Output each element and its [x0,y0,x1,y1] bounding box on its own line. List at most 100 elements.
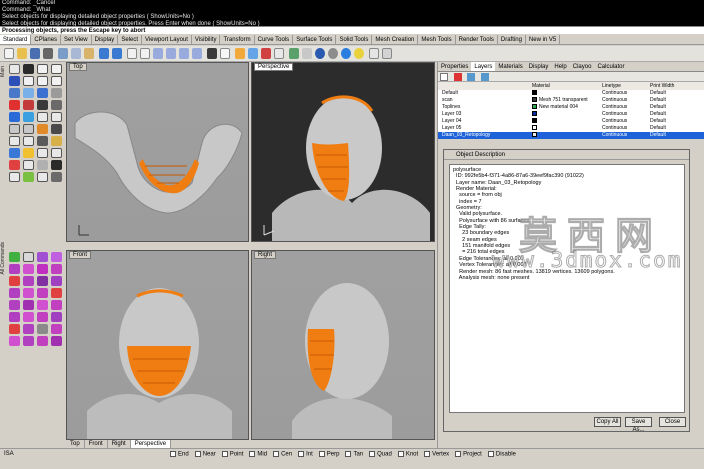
tab-set-view[interactable]: Set View [61,35,92,44]
unwrap-icon[interactable] [23,336,34,346]
new-layer-icon[interactable] [440,73,448,81]
osnap-tan[interactable]: Tan [345,451,363,458]
tab-display[interactable]: Display [92,35,119,44]
panel-tab-properties[interactable]: Properties [438,62,471,71]
thicken-icon[interactable] [37,336,48,346]
zoom-dynamic-icon[interactable] [153,48,163,59]
osnap-project[interactable]: Project [455,451,482,458]
select-arrow-icon[interactable] [9,64,20,74]
zoom-window-icon[interactable] [166,48,176,59]
osnap-checkbox[interactable] [487,451,494,457]
tab-mesh-creation[interactable]: Mesh Creation [372,35,419,44]
join-icon[interactable] [37,136,48,146]
mesh-icon[interactable] [37,100,48,110]
osnap-checkbox[interactable] [345,451,352,457]
layer-row[interactable]: Layer 05 Continuous Default [438,125,704,132]
point-icon[interactable] [23,64,34,74]
cut-mesh-icon[interactable] [23,324,34,334]
viewport-top[interactable]: Top [66,62,249,242]
delete-face-icon[interactable] [51,288,62,298]
relax-icon[interactable] [51,264,62,274]
panel-tab-clayoo[interactable]: Clayoo [570,62,595,71]
explode-icon[interactable] [51,136,62,146]
line-icon[interactable] [51,64,62,74]
open-folder-icon[interactable] [17,48,27,59]
osnap-checkbox[interactable] [318,451,325,457]
viewport-front[interactable]: Front [66,250,249,440]
layer-color-swatch[interactable] [532,118,537,124]
rendered-sphere-icon[interactable] [328,48,338,59]
tab-select[interactable]: Select [118,35,142,44]
cage-edit-icon[interactable] [37,172,48,182]
rotate-view-icon[interactable] [140,48,150,59]
loop-icon[interactable] [51,276,62,286]
bridge-icon[interactable] [37,276,48,286]
delete-layer-icon[interactable] [453,73,462,81]
snap-icon[interactable] [37,300,48,310]
layer-row[interactable]: Default Continuous Default [438,90,704,97]
smooth-icon[interactable] [23,300,34,310]
osnap-checkbox[interactable] [298,451,305,457]
rotate-icon[interactable] [9,124,20,134]
brush-icon[interactable] [51,252,62,262]
hatch-icon[interactable] [23,160,34,170]
tab-mesh-tools[interactable]: Mesh Tools [418,35,456,44]
layer-row[interactable]: scan Mesh 751 transparent Continuous Defaul… [438,97,704,104]
osnap-perp[interactable]: Perp [318,451,339,458]
panel-tab-materials[interactable]: Materials [495,62,525,71]
insert-point-icon[interactable] [23,288,34,298]
freeform-icon[interactable] [37,88,48,98]
layer-color-swatch[interactable] [532,132,537,138]
fillet-icon[interactable] [23,148,34,158]
polygon-icon[interactable] [23,88,34,98]
undo-icon[interactable] [99,48,109,59]
copy-icon[interactable] [71,48,81,59]
osnap-checkbox[interactable] [249,451,256,457]
subdivide-icon[interactable] [9,300,20,310]
osnap-near[interactable]: Near [194,451,216,458]
symmetry-icon[interactable] [51,300,62,310]
osnap-checkbox[interactable] [194,451,201,457]
viewport-tab-front[interactable]: Front [85,440,108,448]
copy-all-button[interactable]: Copy All [594,417,621,427]
zoom-extents-icon[interactable] [179,48,189,59]
select-mesh-icon[interactable] [37,324,48,334]
panel-tab-display[interactable]: Display [526,62,552,71]
tab-transform[interactable]: Transform [220,35,255,44]
move-up-icon[interactable] [467,73,476,81]
tab-surface-tools[interactable]: Surface Tools [293,35,337,44]
viewport-tab-right[interactable]: Right [108,440,131,448]
tab-curve-tools[interactable]: Curve Tools [255,35,294,44]
viewport-tab-top[interactable]: Top [66,440,85,448]
tab-cplanes[interactable]: CPlanes [31,35,62,44]
polyline-icon[interactable] [37,64,48,74]
move-down-icon[interactable] [481,73,490,81]
tab-drafting[interactable]: Drafting [498,35,526,44]
command-prompt[interactable]: Processing objects, press the Escape key… [0,26,704,34]
osnap-cen[interactable]: Cen [273,451,292,458]
trim-icon[interactable] [9,136,20,146]
osnap-checkbox[interactable] [369,451,376,457]
extrude-edge-icon[interactable] [23,276,34,286]
layer-color-swatch[interactable] [532,90,537,96]
save-as-button[interactable]: Save As... [625,417,652,433]
curve-from-object-icon[interactable] [51,88,62,98]
extrude-icon[interactable] [23,100,34,110]
circle-icon[interactable] [23,76,34,86]
osnap-int[interactable]: Int [298,451,313,458]
light-icon[interactable] [354,48,364,59]
split-icon[interactable] [23,136,34,146]
layer-row[interactable]: Layer 04 Continuous Default [438,118,704,125]
render-icon[interactable] [341,48,351,59]
osnap-vertex[interactable]: Vertex [424,451,449,458]
text-icon[interactable] [9,160,20,170]
osnap-point[interactable]: Point [221,451,243,458]
viewport-perspective[interactable]: Perspective [251,62,435,242]
surface-icon[interactable] [9,100,20,110]
solid-icon[interactable] [51,100,62,110]
patch-icon[interactable] [37,264,48,274]
hide-objects-icon[interactable] [261,48,271,59]
panel-tab-calculator[interactable]: Calculator [594,62,627,71]
close-button[interactable]: Close [659,417,686,427]
undo-view-icon[interactable] [207,48,217,59]
